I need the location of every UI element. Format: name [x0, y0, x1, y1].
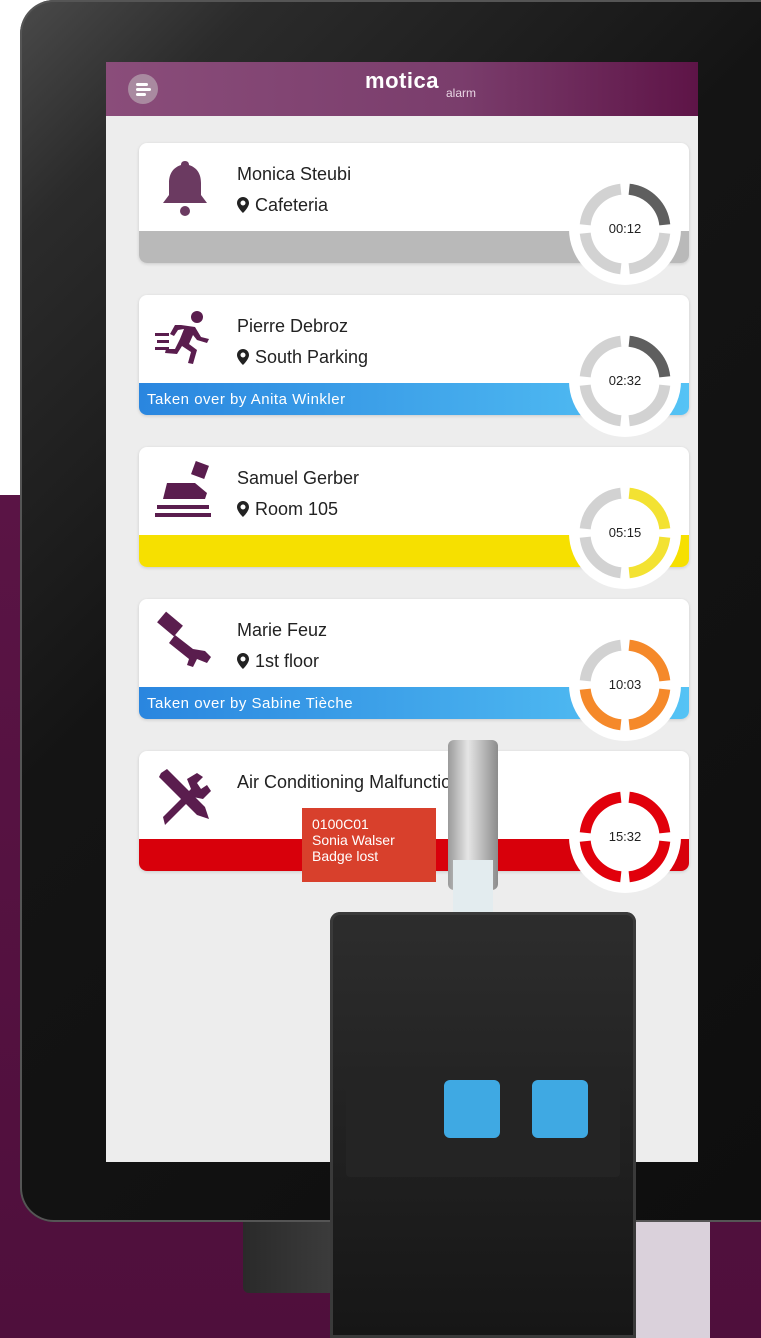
foot-slip-icon	[153, 459, 217, 523]
alarm-name: Air Conditioning Malfunction	[237, 772, 462, 792]
alarm-location: Cafeteria	[237, 195, 328, 216]
alarm-timer-value: 10:03	[608, 677, 642, 692]
alarm-location-label: 1st floor	[255, 651, 320, 671]
alarm-location-label: Room 105	[255, 499, 339, 519]
alarm-location: Room 105	[237, 499, 338, 520]
app-header: motica alarm	[106, 62, 698, 116]
alarm-name: Samuel Gerber	[237, 468, 360, 488]
device-button-left[interactable]	[444, 1080, 500, 1138]
badge-status: Badge lost	[312, 848, 379, 864]
alarm-name: Marie Feuz	[237, 620, 328, 640]
alarm-timer-value: 00:12	[608, 221, 642, 236]
app-name: motica	[365, 68, 439, 93]
alarm-location: South Parking	[237, 347, 368, 368]
taken-over-label: Taken over by Anita Winkler	[147, 391, 346, 408]
app-subtitle: alarm	[446, 86, 477, 100]
alarm-timer-value: 15:32	[608, 829, 642, 844]
taken-over-label: Taken over by Sabine Tièche	[147, 695, 354, 712]
running-person-icon	[153, 307, 217, 371]
badge-device	[330, 912, 636, 1338]
alarm-location: 1st floor	[237, 651, 319, 672]
badge-id: 0100C01	[312, 816, 369, 832]
alarm-name: Pierre Debroz	[237, 316, 349, 336]
alarm-timer: 10:03	[569, 629, 681, 741]
device-button-right[interactable]	[532, 1080, 588, 1138]
fallen-hand-icon	[153, 611, 217, 675]
alarm-timer-value: 02:32	[608, 373, 642, 388]
alarm-location-label: Cafeteria	[255, 195, 329, 215]
badge-alert[interactable]: 0100C01 Sonia Walser Badge lost	[302, 808, 436, 882]
alarm-timer: 02:32	[569, 325, 681, 437]
alarm-timer: 15:32	[569, 781, 681, 893]
alarm-timer: 00:12	[569, 173, 681, 285]
alarm-timer: 05:15	[569, 477, 681, 589]
alarm-location-label: South Parking	[255, 347, 369, 367]
badge-person: Sonia Walser	[312, 832, 395, 848]
app-logo: motica	[106, 70, 698, 92]
alarm-timer-value: 05:15	[608, 525, 642, 540]
badge-strap	[453, 860, 493, 920]
tools-icon	[153, 763, 217, 827]
bell-icon	[153, 155, 217, 219]
alarm-name: Monica Steubi	[237, 164, 352, 184]
